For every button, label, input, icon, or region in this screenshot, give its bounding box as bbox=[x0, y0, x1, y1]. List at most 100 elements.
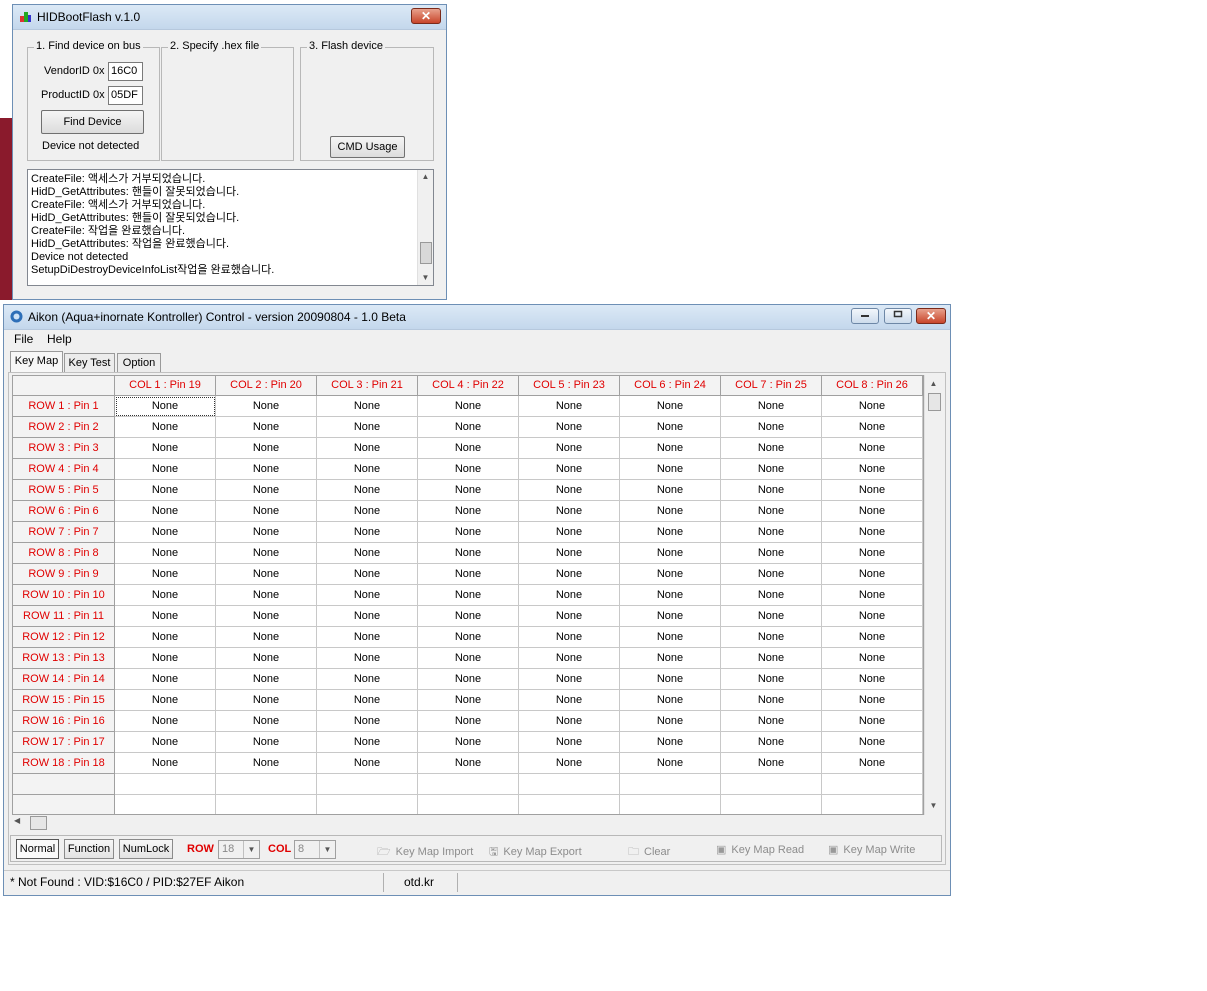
key-map-cell[interactable]: None bbox=[822, 543, 923, 564]
key-map-cell[interactable]: None bbox=[822, 396, 923, 417]
row-header[interactable]: ROW 5 : Pin 5 bbox=[13, 480, 115, 501]
key-map-cell[interactable]: None bbox=[418, 396, 519, 417]
key-map-cell[interactable]: None bbox=[620, 396, 721, 417]
key-map-cell[interactable]: None bbox=[216, 690, 317, 711]
cmd-usage-button[interactable]: CMD Usage bbox=[330, 136, 405, 158]
minimize-button[interactable] bbox=[851, 308, 879, 324]
key-map-cell[interactable]: None bbox=[822, 753, 923, 774]
key-map-cell[interactable]: None bbox=[620, 480, 721, 501]
key-map-import-button[interactable]: 🗁 Key Map Import bbox=[377, 843, 473, 862]
key-map-cell[interactable]: None bbox=[721, 417, 822, 438]
menu-file[interactable]: File bbox=[14, 332, 33, 346]
key-map-cell[interactable]: None bbox=[216, 501, 317, 522]
key-map-cell[interactable]: None bbox=[721, 627, 822, 648]
key-map-cell[interactable]: None bbox=[115, 564, 216, 585]
key-map-cell[interactable]: None bbox=[519, 396, 620, 417]
key-map-cell[interactable]: None bbox=[418, 522, 519, 543]
key-map-cell[interactable]: None bbox=[317, 627, 418, 648]
tab-key-map[interactable]: Key Map bbox=[10, 351, 63, 373]
find-device-button[interactable]: Find Device bbox=[41, 110, 144, 134]
key-map-cell[interactable]: None bbox=[519, 585, 620, 606]
key-map-cell[interactable]: None bbox=[721, 501, 822, 522]
key-map-cell[interactable]: None bbox=[216, 522, 317, 543]
key-map-cell[interactable]: None bbox=[216, 396, 317, 417]
key-map-cell[interactable]: None bbox=[115, 543, 216, 564]
scroll-up-arrow-icon[interactable]: ▲ bbox=[925, 377, 942, 391]
key-map-cell[interactable]: None bbox=[115, 522, 216, 543]
key-map-cell[interactable]: None bbox=[519, 711, 620, 732]
key-map-cell[interactable]: None bbox=[418, 417, 519, 438]
column-header[interactable]: COL 6 : Pin 24 bbox=[620, 376, 721, 396]
menu-help[interactable]: Help bbox=[47, 332, 72, 346]
key-map-cell[interactable]: None bbox=[317, 480, 418, 501]
key-map-cell[interactable]: None bbox=[115, 501, 216, 522]
column-header[interactable]: COL 3 : Pin 21 bbox=[317, 376, 418, 396]
column-header[interactable]: COL 8 : Pin 26 bbox=[822, 376, 923, 396]
key-map-cell[interactable]: None bbox=[418, 585, 519, 606]
key-map-cell[interactable]: None bbox=[822, 480, 923, 501]
key-map-cell[interactable]: None bbox=[317, 711, 418, 732]
key-map-cell[interactable]: None bbox=[620, 522, 721, 543]
key-map-cell[interactable]: None bbox=[721, 396, 822, 417]
aikon-titlebar[interactable]: Aikon (Aqua+inornate Kontroller) Control… bbox=[4, 305, 950, 330]
log-scrollbar[interactable]: ▲ ▼ bbox=[417, 170, 433, 285]
close-button[interactable]: ✕ bbox=[916, 308, 946, 324]
row-header[interactable]: ROW 10 : Pin 10 bbox=[13, 585, 115, 606]
key-map-cell[interactable]: None bbox=[620, 732, 721, 753]
key-map-cell[interactable]: None bbox=[418, 564, 519, 585]
key-map-cell[interactable]: None bbox=[418, 501, 519, 522]
key-map-cell[interactable]: None bbox=[620, 690, 721, 711]
key-map-cell[interactable]: None bbox=[519, 648, 620, 669]
key-map-cell[interactable]: None bbox=[115, 648, 216, 669]
row-header[interactable]: ROW 7 : Pin 7 bbox=[13, 522, 115, 543]
normal-button[interactable]: Normal bbox=[16, 839, 59, 859]
row-header[interactable]: ROW 11 : Pin 11 bbox=[13, 606, 115, 627]
key-map-cell[interactable]: None bbox=[519, 606, 620, 627]
key-map-cell[interactable]: None bbox=[519, 459, 620, 480]
key-map-cell[interactable]: None bbox=[721, 459, 822, 480]
key-map-cell[interactable]: None bbox=[418, 648, 519, 669]
key-map-read-button[interactable]: ▣ Key Map Read bbox=[716, 843, 804, 856]
row-header[interactable]: ROW 6 : Pin 6 bbox=[13, 501, 115, 522]
key-map-cell[interactable]: None bbox=[216, 585, 317, 606]
key-map-cell[interactable]: None bbox=[822, 732, 923, 753]
key-map-cell[interactable]: None bbox=[721, 522, 822, 543]
key-map-cell[interactable]: None bbox=[620, 648, 721, 669]
key-map-cell[interactable]: None bbox=[721, 711, 822, 732]
key-map-cell[interactable]: None bbox=[216, 438, 317, 459]
key-map-cell[interactable]: None bbox=[115, 627, 216, 648]
row-header[interactable]: ROW 9 : Pin 9 bbox=[13, 564, 115, 585]
key-map-cell[interactable]: None bbox=[317, 543, 418, 564]
key-map-cell[interactable]: None bbox=[317, 606, 418, 627]
key-map-cell[interactable]: None bbox=[620, 543, 721, 564]
key-map-cell[interactable]: None bbox=[115, 711, 216, 732]
hidbootflash-titlebar[interactable]: HIDBootFlash v.1.0 ✕ bbox=[13, 5, 446, 30]
key-map-cell[interactable]: None bbox=[721, 606, 822, 627]
key-map-cell[interactable]: None bbox=[519, 543, 620, 564]
key-map-cell[interactable]: None bbox=[519, 480, 620, 501]
scroll-down-arrow-icon[interactable]: ▼ bbox=[925, 799, 942, 813]
column-header[interactable]: COL 7 : Pin 25 bbox=[721, 376, 822, 396]
key-map-cell[interactable]: None bbox=[620, 585, 721, 606]
key-map-cell[interactable]: None bbox=[620, 501, 721, 522]
key-map-cell[interactable]: None bbox=[620, 606, 721, 627]
key-map-cell[interactable]: None bbox=[317, 417, 418, 438]
key-map-cell[interactable]: None bbox=[519, 732, 620, 753]
key-map-cell[interactable]: None bbox=[418, 627, 519, 648]
key-map-cell[interactable]: None bbox=[721, 690, 822, 711]
key-map-cell[interactable]: None bbox=[216, 417, 317, 438]
key-map-cell[interactable]: None bbox=[216, 669, 317, 690]
key-map-cell[interactable]: None bbox=[721, 585, 822, 606]
vendor-id-input[interactable]: 16C0 bbox=[108, 62, 143, 81]
grid-horizontal-scrollbar[interactable]: ◀ bbox=[12, 815, 924, 831]
key-map-cell[interactable]: None bbox=[216, 564, 317, 585]
key-map-cell[interactable]: None bbox=[721, 543, 822, 564]
key-map-cell[interactable]: None bbox=[519, 438, 620, 459]
key-map-cell[interactable]: None bbox=[317, 459, 418, 480]
scroll-thumb[interactable] bbox=[928, 393, 941, 411]
key-map-cell[interactable]: None bbox=[519, 522, 620, 543]
key-map-cell[interactable]: None bbox=[317, 522, 418, 543]
column-header[interactable]: COL 4 : Pin 22 bbox=[418, 376, 519, 396]
key-map-cell[interactable]: None bbox=[418, 690, 519, 711]
key-map-cell[interactable]: None bbox=[418, 711, 519, 732]
